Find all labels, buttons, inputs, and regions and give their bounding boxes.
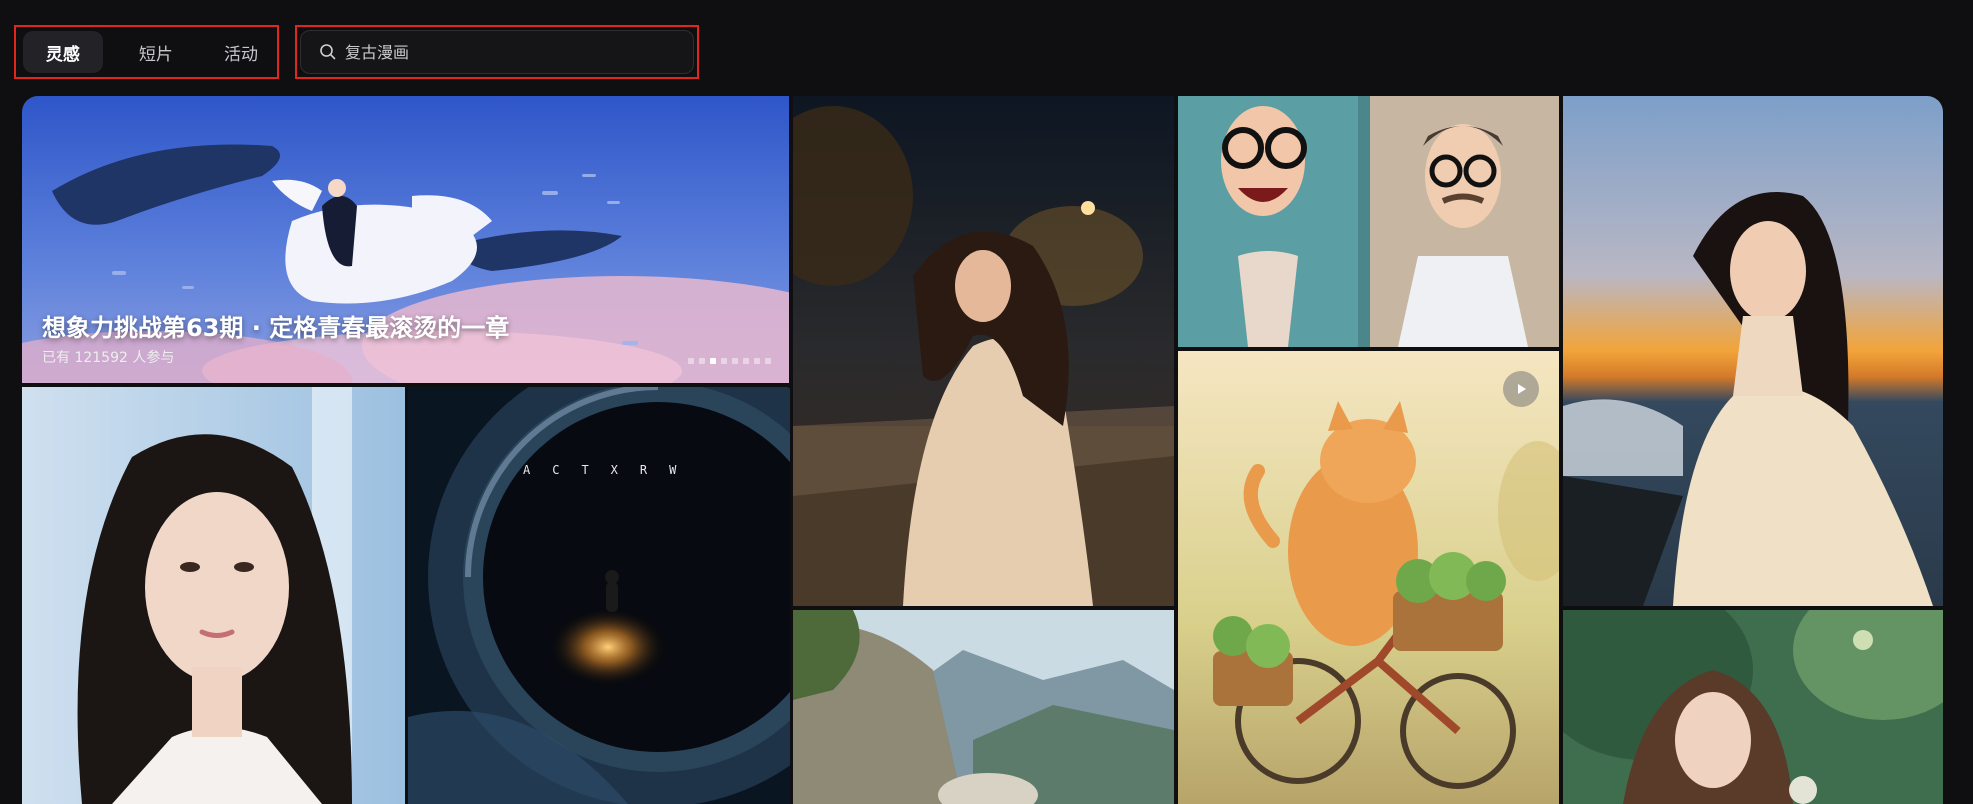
- image-card-caricature[interactable]: [1178, 96, 1559, 347]
- space-caption: ACTXRW: [523, 463, 699, 477]
- sunset-woman-image: [1563, 96, 1943, 606]
- image-card-night-street[interactable]: [793, 96, 1174, 606]
- cat-bicycle-image: [1178, 351, 1559, 804]
- portrait-woman-image: [22, 387, 405, 804]
- image-card-space-portal[interactable]: ACTXRW: [408, 387, 790, 804]
- image-card-sunset-woman[interactable]: [1563, 96, 1943, 606]
- carousel-dot[interactable]: [721, 358, 727, 364]
- carousel-dot[interactable]: [688, 358, 694, 364]
- image-card-portrait-woman[interactable]: [22, 387, 405, 804]
- carousel-dot[interactable]: [754, 358, 760, 364]
- carousel-indicator[interactable]: [688, 358, 771, 364]
- banner-title: 想象力挑战第63期 · 定格青春最滚烫的一章: [42, 314, 510, 342]
- play-icon: [1518, 384, 1526, 394]
- image-card-mountain-cliff[interactable]: [793, 610, 1174, 804]
- night-street-image: [793, 96, 1174, 606]
- banner-participants: 已有 121592 人参与: [42, 350, 175, 366]
- space-portal-image: [408, 387, 790, 804]
- image-card-cat-bicycle[interactable]: [1178, 351, 1559, 804]
- play-button[interactable]: [1503, 371, 1539, 407]
- carousel-dot[interactable]: [765, 358, 771, 364]
- challenge-banner[interactable]: 想象力挑战第63期 · 定格青春最滚烫的一章 已有 121592 人参与: [22, 96, 789, 383]
- carousel-dot[interactable]: [732, 358, 738, 364]
- image-card-forest-woman[interactable]: [1563, 610, 1943, 804]
- image-grid: 想象力挑战第63期 · 定格青春最滚烫的一章 已有 121592 人参与 ACT…: [0, 0, 1973, 804]
- mountain-cliff-image: [793, 610, 1174, 804]
- carousel-dot-active[interactable]: [710, 358, 716, 364]
- carousel-dot[interactable]: [743, 358, 749, 364]
- carousel-dot[interactable]: [699, 358, 705, 364]
- caricature-image: [1178, 96, 1559, 347]
- forest-woman-image: [1563, 610, 1943, 804]
